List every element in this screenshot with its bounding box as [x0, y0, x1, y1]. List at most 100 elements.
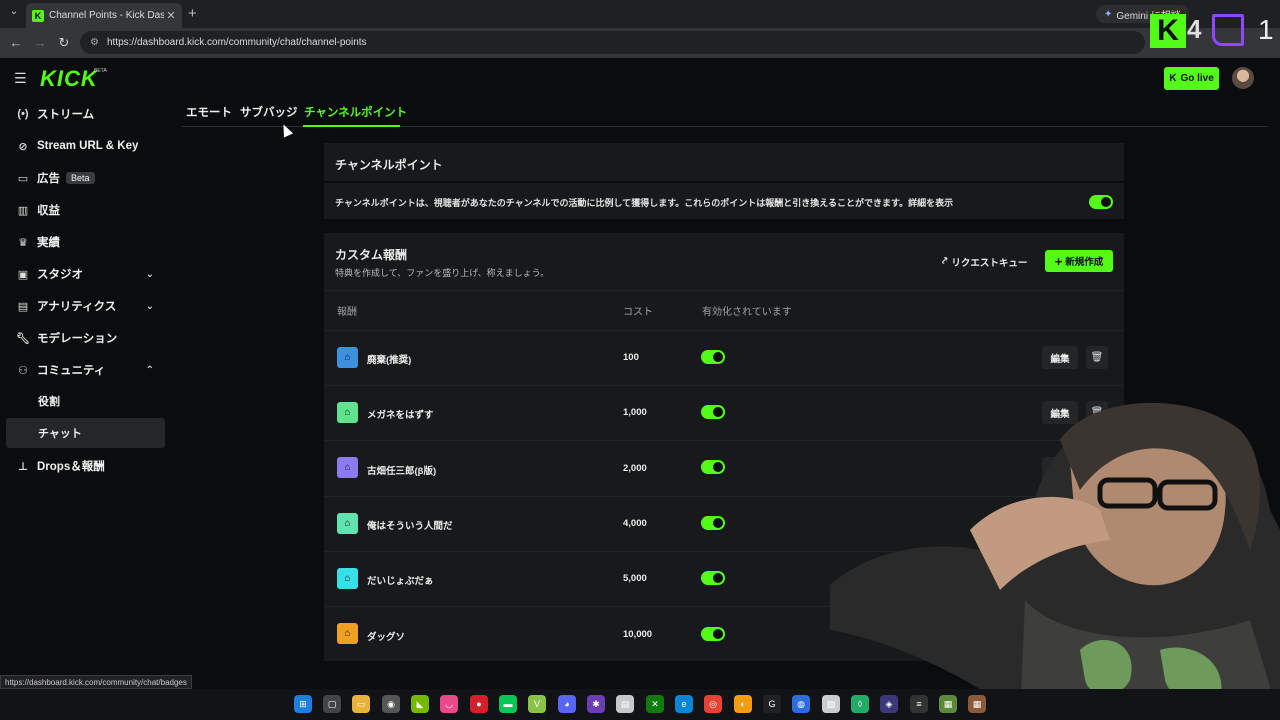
reward-cost: 5,000: [623, 573, 647, 584]
reload-icon[interactable]: ↻: [56, 35, 72, 51]
reward-cost: 4,000: [623, 518, 647, 529]
reward-cost: 2,000: [623, 463, 647, 474]
sidebar-subitem-roles[interactable]: 役割: [6, 386, 165, 416]
channel-points-header: [324, 143, 1124, 181]
address-bar[interactable]: ⚙ https://dashboard.kick.com/community/c…: [80, 31, 1145, 54]
close-icon[interactable]: ✕: [164, 9, 178, 22]
app-icon[interactable]: ▨: [822, 695, 840, 713]
reward-enabled-toggle[interactable]: [701, 516, 725, 530]
sidebar-item-analytics[interactable]: ▤ アナリティクス ⌄: [14, 294, 164, 318]
tab-sub-badges[interactable]: サブバッジ: [240, 104, 298, 120]
browser-toolbar: ← → ↻ ⚙ https://dashboard.kick.com/commu…: [0, 28, 1280, 58]
taskbar: [0, 689, 1280, 720]
vibe-app-icon[interactable]: V: [528, 695, 546, 713]
kick-logo[interactable]: KICK: [40, 66, 98, 92]
beta-badge: Beta: [66, 172, 95, 184]
divider: [324, 385, 1124, 386]
column-header-cost: コスト: [623, 307, 653, 318]
sidebar-item-community[interactable]: ⚇ コミュニティ ⌃: [14, 358, 164, 382]
sidebar-item-stream[interactable]: (•) ストリーム: [14, 102, 164, 126]
reward-enabled-toggle[interactable]: [701, 571, 725, 585]
channel-points-toggle[interactable]: [1089, 195, 1113, 209]
reward-enabled-toggle[interactable]: [701, 460, 725, 474]
app-icon[interactable]: ✱: [587, 695, 605, 713]
sidebar-item-label: スタジオ: [37, 269, 83, 281]
edit-button[interactable]: 編集: [1042, 346, 1078, 369]
request-queue-label: リクエストキュー: [951, 257, 1028, 269]
sidebar-item-studio[interactable]: ▣ スタジオ ⌄: [14, 262, 164, 286]
sidebar-item-moderation[interactable]: 🔧︎ モデレーション: [14, 326, 164, 350]
custom-rewards-subtitle: 特典を作成して、ファンを盛り上げ、称えましょう。: [335, 268, 550, 278]
channel-points-description: チャンネルポイントは、視聴者があなたのチャンネルでの活動に比例して獲得します。こ…: [335, 198, 954, 208]
minecraft-icon[interactable]: ▦: [939, 695, 957, 713]
twitch-viewer-count: 1: [1258, 14, 1274, 45]
sidebar-item-label: ストリーム: [37, 109, 95, 121]
task-view-icon[interactable]: ▢: [323, 695, 341, 713]
kick-logo-icon: K: [1150, 14, 1186, 48]
reward-icon: ⌂: [337, 347, 358, 368]
tab-emotes[interactable]: エモート: [186, 104, 232, 120]
new-tab-icon[interactable]: +: [188, 5, 197, 22]
sidebar-item-achievements[interactable]: ♛ 実績: [14, 230, 164, 254]
line-icon[interactable]: ▬: [499, 695, 517, 713]
back-icon[interactable]: ←: [8, 35, 24, 50]
plus-icon: +: [1054, 253, 1063, 269]
app-icon[interactable]: ◐: [734, 695, 752, 713]
go-live-button[interactable]: K Go live: [1164, 67, 1219, 90]
tab-list-icon[interactable]: ⌄: [6, 6, 22, 22]
sidebar-item-label: 広告: [37, 173, 60, 185]
chrome-icon[interactable]: ◎: [704, 695, 722, 713]
create-new-button[interactable]: + 新規作成: [1045, 250, 1113, 272]
forward-icon[interactable]: →: [32, 35, 48, 50]
reward-icon: ⌂: [337, 623, 358, 644]
app-icon[interactable]: ◍: [792, 695, 810, 713]
windows-start-icon[interactable]: ⊞: [294, 695, 312, 713]
browser-tab[interactable]: K Channel Points - Kick Dashboard ✕: [26, 3, 182, 28]
sidebar-item-stream-url-key[interactable]: ⊘ Stream URL & Key: [14, 134, 164, 158]
trash-icon[interactable]: 🗑︎: [1086, 346, 1108, 369]
reward-name: メガネをはずす: [367, 410, 434, 421]
app-icon[interactable]: ≡: [910, 695, 928, 713]
reward-enabled-toggle[interactable]: [701, 405, 725, 419]
active-tab-indicator: [303, 125, 400, 127]
ad-icon: ▭: [17, 172, 29, 185]
tab-channel-points[interactable]: チャンネルポイント: [304, 104, 407, 120]
hamburger-menu-icon[interactable]: ☰: [14, 70, 30, 87]
avatar[interactable]: [1232, 67, 1254, 89]
reward-enabled-toggle[interactable]: [701, 627, 725, 641]
sidebar-item-drops-rewards[interactable]: ⊥ Drops＆報酬: [14, 454, 164, 478]
kick-icon: K: [1169, 73, 1177, 84]
app-icon[interactable]: ▦: [968, 695, 986, 713]
tab-title: Channel Points - Kick Dashboard: [49, 10, 164, 21]
column-header-reward: 報酬: [337, 307, 357, 318]
kick-viewer-count: 4: [1187, 14, 1202, 44]
file-explorer-icon[interactable]: ▭: [352, 695, 370, 713]
divider: [324, 290, 1124, 291]
discord-icon[interactable]: ◕: [558, 695, 576, 713]
reward-name: 古畑任三郎(β版): [367, 466, 437, 477]
app-icon[interactable]: ▤: [616, 695, 634, 713]
sidebar-item-label: 実績: [37, 237, 60, 249]
obs-icon[interactable]: ◉: [382, 695, 400, 713]
request-queue-button[interactable]: ⤤ リクエストキュー: [936, 251, 1033, 272]
sidebar-item-ads[interactable]: ▭ 広告 Beta: [14, 166, 164, 190]
reward-icon: ⌂: [337, 513, 358, 534]
sidebar-subitem-chat[interactable]: チャット: [6, 418, 165, 448]
record-icon[interactable]: ●: [470, 695, 488, 713]
lips-app-icon[interactable]: ◡: [440, 695, 458, 713]
reward-cost: 100: [623, 352, 639, 363]
chevron-up-icon: ⌃: [145, 364, 154, 376]
sidebar-item-label: Stream URL & Key: [37, 140, 139, 152]
nvidia-icon[interactable]: ◣: [411, 695, 429, 713]
xbox-icon[interactable]: ✕: [646, 695, 664, 713]
app-icon[interactable]: ◈: [880, 695, 898, 713]
site-info-icon[interactable]: ⚙: [90, 37, 99, 48]
sidebar-item-revenue[interactable]: ▥ 収益: [14, 198, 164, 222]
kick-favicon-icon: K: [32, 9, 44, 22]
reward-enabled-toggle[interactable]: [701, 350, 725, 364]
reward-icon: ⌂: [337, 402, 358, 423]
app-icon[interactable]: ◊: [851, 695, 869, 713]
logitech-icon[interactable]: G: [763, 695, 781, 713]
sidebar-item-label: モデレーション: [37, 333, 118, 345]
edge-icon[interactable]: e: [675, 695, 693, 713]
